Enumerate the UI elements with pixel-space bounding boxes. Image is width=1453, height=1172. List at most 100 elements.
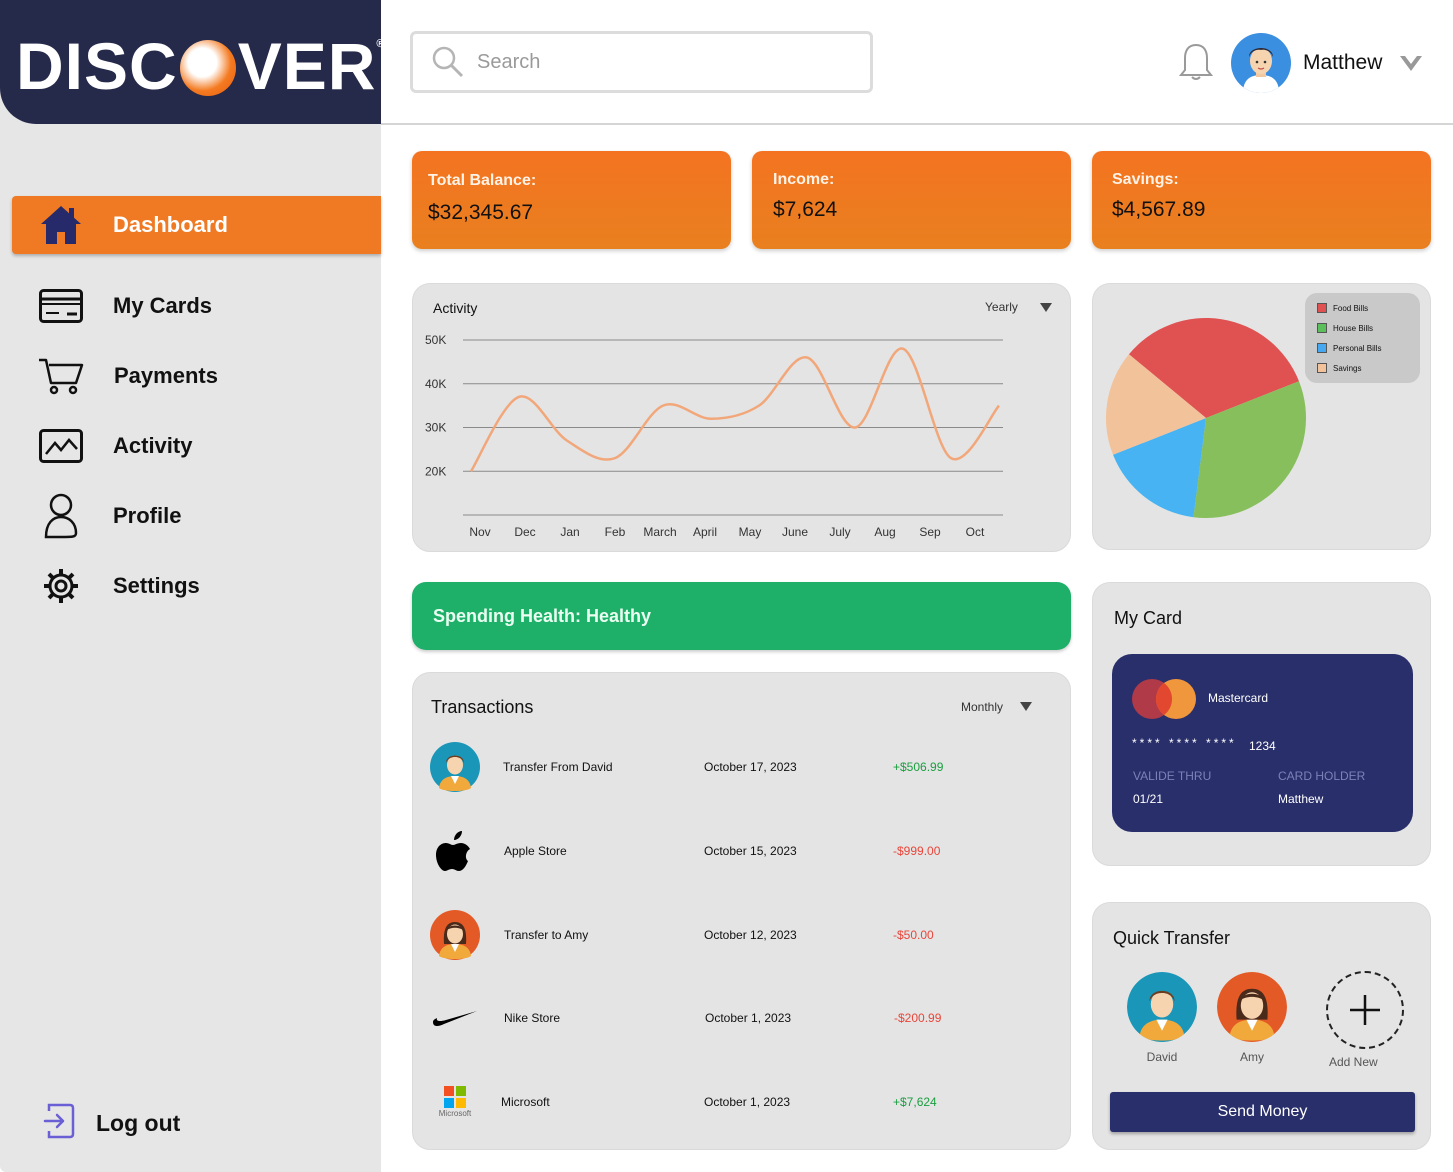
add-new-button[interactable] [1326,971,1404,1049]
logo[interactable]: DISC VER ® [0,0,385,124]
transaction-name: Transfer From David [503,760,613,774]
logout-button[interactable]: Log out [42,1102,180,1145]
stat-value: $32,345.67 [428,201,534,224]
transaction-name: Nike Store [504,1011,561,1025]
legend-swatch [1317,363,1327,373]
sidebar-item-label: Payments [114,363,218,388]
transaction-name: Transfer to Amy [504,928,589,942]
transaction-row[interactable]: Microsoft Microsoft October 1, 2023 +$7,… [413,1072,1072,1132]
sidebar-item-payments[interactable]: Payments [12,347,381,405]
quick-transfer-name: David [1146,1050,1178,1064]
valid-thru-label: VALIDE THRU [1133,769,1212,783]
x-tick-label: Jan [560,525,579,539]
card-holder-value: Matthew [1278,792,1324,806]
gear-icon [38,563,84,609]
transactions-title: Transactions [431,697,534,717]
avatar[interactable] [1231,33,1291,93]
sidebar-item-label: Settings [113,573,200,598]
mastercard-icon [1132,679,1196,719]
transaction-date: October 1, 2023 [705,1011,792,1025]
transaction-row[interactable]: Transfer From David October 17, 2023 +$5… [413,737,1072,797]
transaction-amount: -$200.99 [894,1011,942,1025]
user-name[interactable]: Matthew [1303,51,1382,75]
person-icon [429,741,481,793]
transaction-date: October 1, 2023 [704,1095,791,1109]
spending-pie-panel: Food Bills House Bills Personal Bills Sa… [1092,283,1431,550]
activity-icon [38,423,84,469]
x-tick-label: April [693,525,717,539]
card-brand: Mastercard [1208,691,1269,705]
sidebar-item-activity[interactable]: Activity [12,417,381,475]
my-card-panel: My Card Mastercard **** **** **** 1234 V… [1092,582,1431,866]
transactions-panel: Transactions Monthly Transfer From David… [412,672,1071,1150]
transactions-period-select[interactable]: Monthly [961,700,1003,714]
card-last4: 1234 [1249,739,1276,753]
send-money-button[interactable]: Send Money [1110,1092,1415,1132]
quick-transfer-person-david[interactable]: David [1127,972,1197,1064]
card-masked-number: **** **** **** [1132,736,1237,750]
transaction-amount: +$506.99 [893,760,944,774]
x-tick-label: June [782,525,808,539]
sidebar-item-settings[interactable]: Settings [12,557,381,615]
quick-transfer-name: Amy [1240,1050,1264,1064]
x-tick-label: Sep [919,525,941,539]
sidebar-item-label: Dashboard [113,212,228,237]
transaction-name: Microsoft [501,1095,550,1109]
x-tick-label: March [643,525,676,539]
transaction-row[interactable]: Nike Store October 1, 2023 -$200.99 [413,988,1072,1048]
cart-icon [38,353,84,399]
logo-wordmark: DISC VER ® [16,29,386,103]
y-tick-label: 30K [425,421,446,435]
x-tick-label: Feb [605,525,626,539]
legend-item: Food Bills [1317,303,1368,313]
quick-transfer-person-amy[interactable]: Amy [1217,972,1287,1064]
activity-series-line [469,347,1000,472]
legend-item: Personal Bills [1317,343,1381,353]
quick-transfer-title: Quick Transfer [1113,928,1231,948]
apple-icon [429,825,481,877]
y-tick-label: 20K [425,464,446,478]
sidebar-item-label: Activity [113,433,193,458]
microsoft-icon: Microsoft [429,1076,481,1128]
spending-health-banner: Spending Health: Healthy [412,582,1071,650]
legend-item: Savings [1317,363,1361,373]
legend-item: House Bills [1317,323,1373,333]
stat-value: $7,624 [773,198,838,221]
transaction-date: October 17, 2023 [704,760,797,774]
pie-legend: Food Bills House Bills Personal Bills Sa… [1305,293,1420,383]
sidebar-item-label: Profile [113,503,182,528]
valid-thru-value: 01/21 [1133,792,1164,806]
stat-label: Total Balance: [428,172,537,189]
search-icon [432,46,464,78]
sidebar-item-profile[interactable]: Profile [12,487,381,545]
bell-icon[interactable] [1178,42,1214,82]
chevron-down-icon[interactable] [1398,54,1424,74]
x-tick-label: Dec [514,525,535,539]
legend-swatch [1317,323,1327,333]
y-tick-label: 40K [425,377,446,391]
profile-icon [38,493,84,539]
sidebar-item-my-cards[interactable]: My Cards [12,277,381,335]
search-input[interactable] [477,50,847,74]
credit-card[interactable]: Mastercard **** **** **** 1234 VALIDE TH… [1112,654,1413,832]
person-icon [429,909,481,961]
home-icon [38,202,84,248]
avatar [1127,972,1197,1042]
search-box[interactable] [410,31,873,93]
spending-health-label: Spending Health: Healthy [433,606,652,626]
transaction-row[interactable]: Apple Store October 15, 2023 -$999.00 [413,821,1072,881]
transaction-name: Apple Store [504,844,567,858]
my-card-title: My Card [1114,608,1183,628]
x-tick-label: Oct [966,525,985,539]
transaction-date: October 15, 2023 [704,844,797,858]
logout-icon [42,1102,76,1145]
plus-icon [1350,995,1380,1025]
transaction-row[interactable]: Transfer to Amy October 12, 2023 -$50.00 [413,905,1072,965]
stat-total-balance: Total Balance: $32,345.67 [412,151,731,249]
stat-savings: Savings: $4,567.89 [1092,151,1431,249]
dropdown-arrow-icon[interactable] [1020,702,1032,711]
sidebar-item-dashboard[interactable]: Dashboard [12,196,381,254]
legend-swatch [1317,303,1327,313]
transaction-amount: -$999.00 [893,844,941,858]
activity-line-chart: 50K 40K 30K 20K Nov Dec Jan Feb March April May Jun… [425,333,1003,539]
